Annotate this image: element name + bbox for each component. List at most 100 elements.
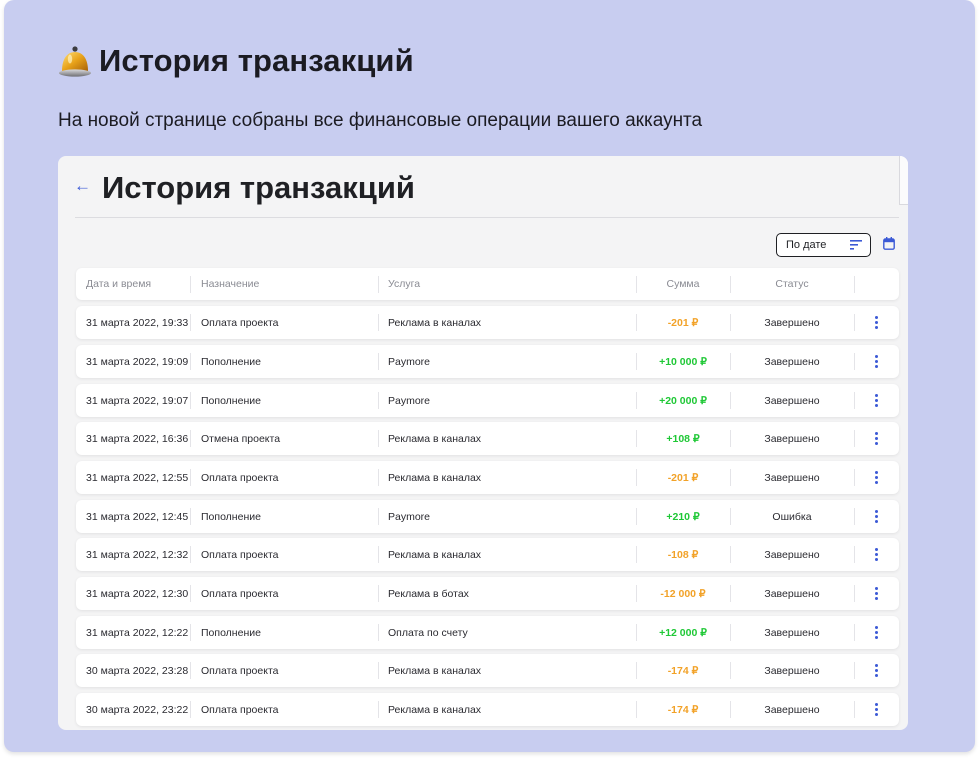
row-purpose: Пополнение (201, 394, 261, 407)
sort-icon (850, 240, 862, 250)
row-status: Ошибка (772, 510, 812, 523)
row-date: 30 марта 2022, 23:28 (86, 664, 189, 677)
bell-icon (59, 46, 91, 77)
table-row[interactable]: 31 марта 2022, 12:22 Пополнение Оплата по … (76, 616, 899, 649)
column-separator (378, 624, 379, 641)
transactions-screenshot: ← История транзакций По дате Дата и врем… (58, 156, 908, 730)
row-purpose: Оплата проекта (201, 587, 279, 600)
row-menu-button[interactable] (854, 538, 899, 571)
more-vertical-icon[interactable] (875, 471, 878, 484)
row-menu-button[interactable] (854, 693, 899, 726)
row-status: Завершено (764, 432, 820, 445)
column-separator (378, 392, 379, 409)
row-service: Оплата по счету (388, 626, 468, 639)
more-vertical-icon[interactable] (875, 548, 878, 561)
row-service: Реклама в каналах (388, 548, 482, 561)
table-row[interactable]: 31 марта 2022, 12:45 Пополнение Paymore +21… (76, 500, 899, 533)
row-menu-button[interactable] (854, 654, 899, 687)
column-separator (378, 353, 379, 370)
calendar-icon[interactable] (883, 237, 895, 250)
row-status: Завершено (764, 703, 820, 716)
column-separator (190, 508, 191, 525)
row-menu-button[interactable] (854, 461, 899, 494)
row-amount: -108 ₽ (667, 548, 699, 561)
column-separator (378, 546, 379, 563)
row-date: 31 марта 2022, 12:32 (86, 548, 189, 561)
row-menu-button[interactable] (854, 616, 899, 649)
row-menu-button[interactable] (854, 384, 899, 417)
row-amount: +10 000 ₽ (659, 355, 707, 368)
table-row[interactable]: 30 марта 2022, 23:28 Оплата проекта Реклам… (76, 654, 899, 687)
row-date: 31 марта 2022, 12:45 (86, 510, 189, 523)
row-date: 31 марта 2022, 19:33 (86, 316, 189, 329)
more-vertical-icon[interactable] (875, 587, 878, 600)
row-status: Завершено (764, 471, 820, 484)
table-row[interactable]: 31 марта 2022, 12:55 Оплата проекта Реклам… (76, 461, 899, 494)
column-separator (190, 624, 191, 641)
row-purpose: Пополнение (201, 510, 261, 523)
more-vertical-icon[interactable] (875, 394, 878, 407)
more-vertical-icon[interactable] (875, 626, 878, 639)
more-vertical-icon[interactable] (875, 316, 878, 329)
table-row[interactable]: 31 марта 2022, 19:07 Пополнение Paymore +20… (76, 384, 899, 417)
table-row[interactable]: 30 марта 2022, 23:22 Оплата проекта Реклам… (76, 693, 899, 726)
more-vertical-icon[interactable] (875, 703, 878, 716)
row-status: Завершено (764, 394, 820, 407)
more-vertical-icon[interactable] (875, 432, 878, 445)
sort-dropdown[interactable]: По дате (776, 233, 871, 257)
row-date: 30 марта 2022, 23:22 (86, 703, 189, 716)
more-vertical-icon[interactable] (875, 355, 878, 368)
row-service: Paymore (388, 394, 431, 407)
row-status: Завершено (764, 664, 820, 677)
column-separator (378, 314, 379, 331)
column-separator (854, 276, 855, 293)
row-date: 31 марта 2022, 19:07 (86, 394, 189, 407)
more-vertical-icon[interactable] (875, 510, 878, 523)
divider (75, 217, 899, 218)
column-separator (378, 430, 379, 447)
row-date: 31 марта 2022, 12:55 (86, 471, 189, 484)
row-date: 31 марта 2022, 12:30 (86, 587, 189, 600)
column-header-status[interactable]: Статус (730, 268, 854, 300)
column-header-service[interactable]: Услуга (388, 268, 638, 300)
row-purpose: Оплата проекта (201, 664, 279, 677)
table-row[interactable]: 31 марта 2022, 19:33 Оплата проекта Реклам… (76, 306, 899, 339)
row-purpose: Оплата проекта (201, 548, 279, 561)
column-separator (190, 353, 191, 370)
row-purpose: Пополнение (201, 626, 261, 639)
column-separator (190, 701, 191, 718)
table-row[interactable]: 31 марта 2022, 12:32 Оплата проекта Реклам… (76, 538, 899, 571)
row-amount: +20 000 ₽ (659, 394, 707, 407)
column-separator (378, 469, 379, 486)
table-row[interactable]: 31 марта 2022, 16:36 Отмена проекта Реклам… (76, 422, 899, 455)
scrollbar[interactable] (899, 156, 908, 205)
back-arrow-icon[interactable]: ← (74, 177, 91, 194)
column-separator (190, 392, 191, 409)
row-menu-button[interactable] (854, 577, 899, 610)
table-row[interactable]: 31 марта 2022, 19:09 Пополнение Paymore +10… (76, 345, 899, 378)
row-menu-button[interactable] (854, 422, 899, 455)
column-header-date[interactable]: Дата и время (86, 268, 190, 300)
sort-label: По дате (786, 239, 827, 251)
column-separator (190, 469, 191, 486)
row-menu-button[interactable] (854, 500, 899, 533)
column-header-amount[interactable]: Сумма (636, 268, 730, 300)
column-separator (190, 585, 191, 602)
row-purpose: Оплата проекта (201, 471, 279, 484)
row-service: Реклама в ботах (388, 587, 469, 600)
column-separator (190, 430, 191, 447)
row-status: Завершено (764, 355, 820, 368)
table-row[interactable]: 31 марта 2022, 12:30 Оплата проекта Реклам… (76, 577, 899, 610)
row-menu-button[interactable] (854, 306, 899, 339)
row-amount: -201 ₽ (667, 316, 699, 329)
column-separator (378, 276, 379, 293)
row-date: 31 марта 2022, 19:09 (86, 355, 189, 368)
more-vertical-icon[interactable] (875, 664, 878, 677)
row-service: Реклама в каналах (388, 471, 482, 484)
column-separator (378, 662, 379, 679)
column-header-purpose[interactable]: Назначение (201, 268, 381, 300)
feature-card: История транзакций На новой странице соб… (4, 0, 975, 752)
row-amount: -174 ₽ (667, 703, 699, 716)
row-purpose: Оплата проекта (201, 316, 279, 329)
row-menu-button[interactable] (854, 345, 899, 378)
